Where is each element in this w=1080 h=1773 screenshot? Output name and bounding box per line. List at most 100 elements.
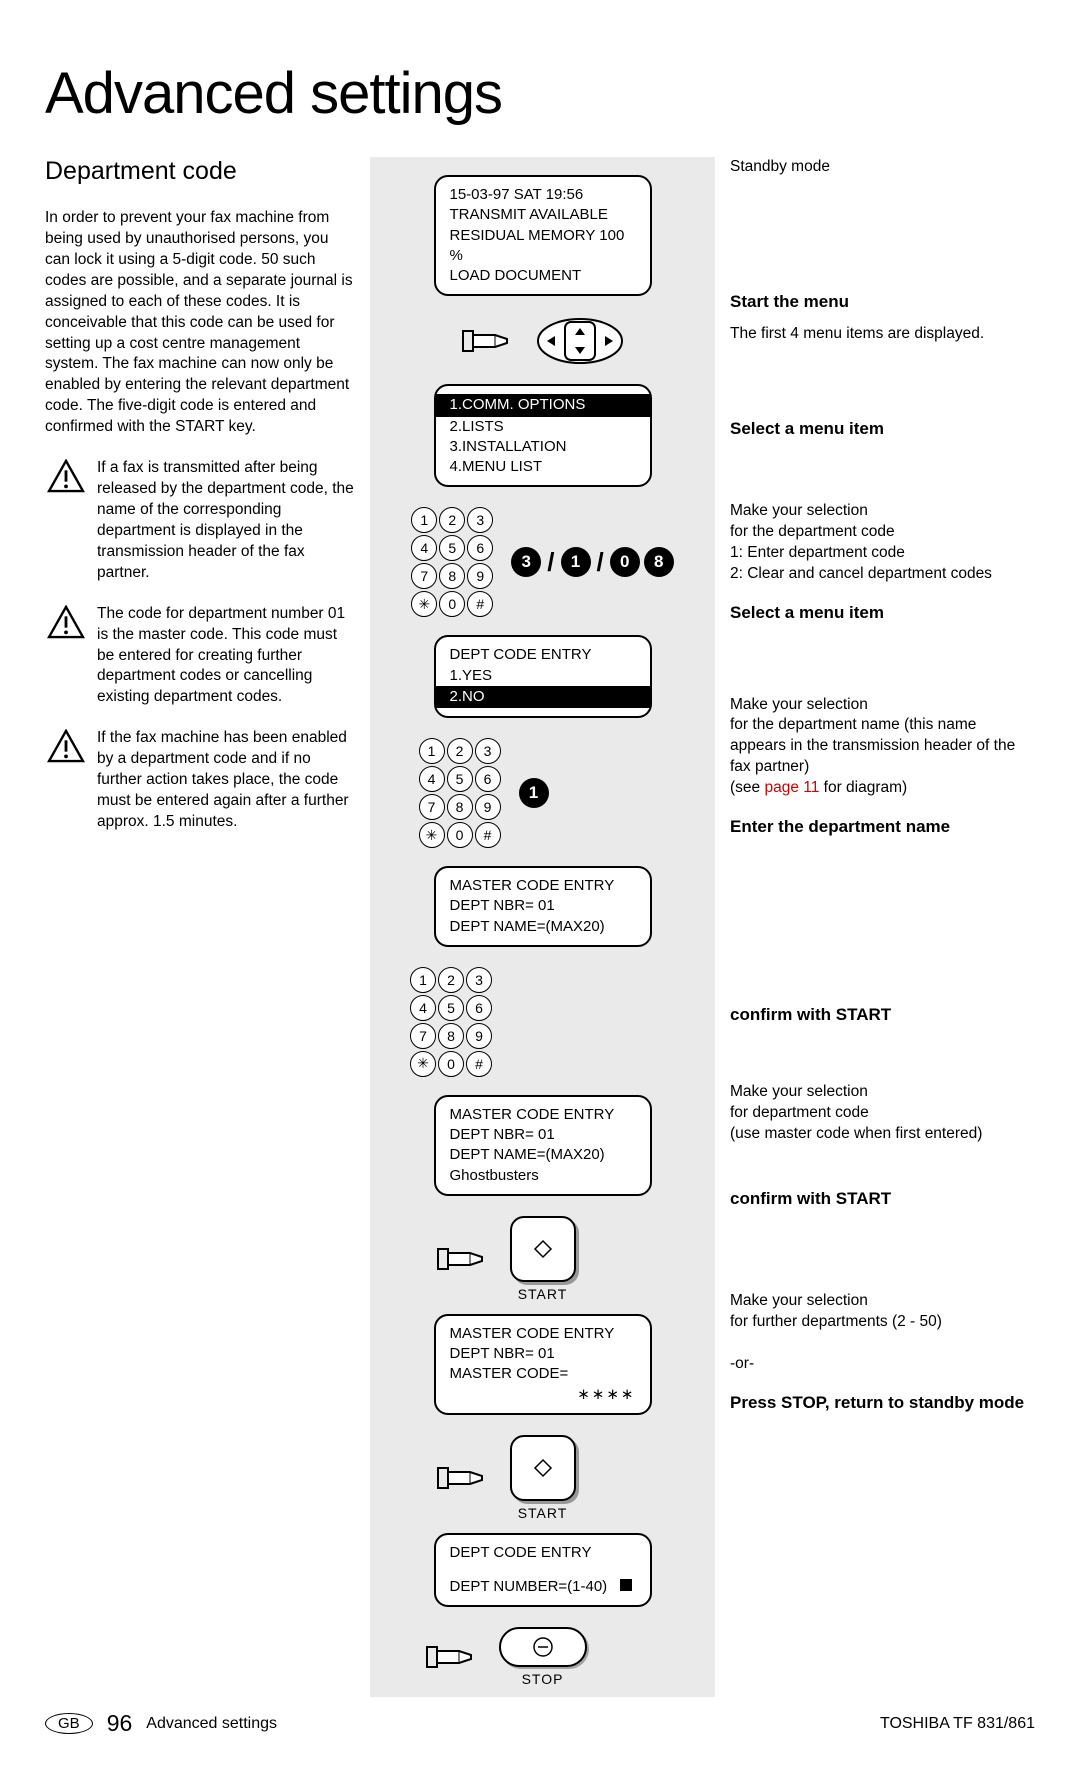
lcd-line: RESIDUAL MEMORY 100 % — [450, 226, 636, 267]
lcd-line-selected: 2.NO — [436, 686, 650, 708]
lcd-line: DEPT NAME=(MAX20) — [450, 917, 636, 937]
lcd-display-2: 1.COMM. OPTIONS 2.LISTS 3.INSTALLATION 4… — [434, 384, 652, 487]
lcd-line: MASTER CODE= — [450, 1364, 636, 1384]
pointing-hand-icon — [436, 1458, 492, 1498]
country-badge: GB — [45, 1713, 93, 1734]
key-9: 9 — [466, 1023, 492, 1049]
lcd-line: 1.YES — [450, 666, 636, 686]
lcd-line-selected: 1.COMM. OPTIONS — [436, 394, 650, 416]
key-hash: # — [475, 822, 501, 848]
numeric-keypad: 123 456 789 ✳0# — [411, 507, 493, 617]
lcd-line: MASTER CODE ENTRY — [450, 876, 636, 896]
key-9: 9 — [475, 794, 501, 820]
lcd-line: LOAD DOCUMENT — [450, 266, 636, 286]
key-hash: # — [466, 1051, 492, 1077]
key-7: 7 — [410, 1023, 436, 1049]
start-button — [510, 1435, 576, 1501]
page-footer: GB 96 Advanced settings TOSHIBA TF 831/8… — [0, 1710, 1080, 1737]
key-6: 6 — [466, 995, 492, 1021]
key-7: 7 — [411, 563, 437, 589]
lcd-line: MASTER CODE ENTRY — [450, 1105, 636, 1125]
start-icon — [533, 1239, 553, 1259]
key-star: ✳ — [410, 1051, 436, 1077]
warning-2-text: The code for department number 01 is the… — [97, 604, 355, 709]
lcd-display-7: DEPT CODE ENTRY DEPT NUMBER=(1-40) — [434, 1533, 652, 1608]
start-icon — [533, 1458, 553, 1478]
step-body: Make your selection for further departme… — [730, 1291, 1035, 1375]
key-8: 8 — [447, 794, 473, 820]
warning-3-text: If the fax machine has been enabled by a… — [97, 728, 355, 833]
key-7: 7 — [419, 794, 445, 820]
lcd-line: DEPT NBR= 01 — [450, 1344, 636, 1364]
seq-key: 3 — [511, 547, 541, 577]
stop-button — [499, 1627, 587, 1667]
left-column: Department code In order to prevent your… — [45, 157, 370, 1697]
nav-pad-icon — [535, 316, 625, 366]
start-button — [510, 1216, 576, 1282]
step-heading: Select a menu item — [730, 419, 1035, 439]
key-1: 1 — [411, 507, 437, 533]
key-sequence: 3 / 1 / 0 8 — [511, 547, 673, 578]
slash-icon: / — [545, 547, 556, 578]
key-6: 6 — [475, 766, 501, 792]
key-9: 9 — [467, 563, 493, 589]
step-body: The first 4 menu items are displayed. — [730, 324, 1035, 345]
step-heading: confirm with START — [730, 1005, 1035, 1025]
pointing-hand-icon — [461, 321, 517, 361]
key-sequence-single: 1 — [519, 778, 549, 808]
start-label: START — [518, 1505, 568, 1521]
warning-2: The code for department number 01 is the… — [45, 604, 355, 709]
key-0: 0 — [447, 822, 473, 848]
middle-column: 15-03-97 SAT 19:56 TRANSMIT AVAILABLE RE… — [370, 157, 715, 1697]
lcd-line: Ghostbusters — [450, 1166, 636, 1186]
standby-label: Standby mode — [730, 157, 1035, 178]
key-2: 2 — [447, 738, 473, 764]
stop-icon — [532, 1636, 554, 1658]
warning-icon — [45, 728, 87, 764]
footer-model: TOSHIBA TF 831/861 — [880, 1715, 1035, 1733]
key-star: ✳ — [411, 591, 437, 617]
section-subtitle: Department code — [45, 157, 355, 186]
key-3: 3 — [475, 738, 501, 764]
lcd-line: DEPT CODE ENTRY — [450, 645, 636, 665]
slash-icon: / — [595, 547, 606, 578]
lcd-display-3: DEPT CODE ENTRY 1.YES 2.NO — [434, 635, 652, 718]
key-4: 4 — [411, 535, 437, 561]
warning-1-text: If a fax is transmitted after being rele… — [97, 458, 355, 584]
page-title: Advanced settings — [45, 60, 1035, 127]
key-4: 4 — [419, 766, 445, 792]
key-hash: # — [467, 591, 493, 617]
lcd-display-1: 15-03-97 SAT 19:56 TRANSMIT AVAILABLE RE… — [434, 175, 652, 296]
pointing-hand-icon — [425, 1637, 481, 1677]
key-6: 6 — [467, 535, 493, 561]
key-3: 3 — [466, 967, 492, 993]
key-8: 8 — [438, 1023, 464, 1049]
lcd-line: 3.INSTALLATION — [450, 437, 636, 457]
intro-paragraph: In order to prevent your fax machine fro… — [45, 208, 355, 438]
key-3: 3 — [467, 507, 493, 533]
step-heading: Press STOP, return to standby mode — [730, 1393, 1035, 1413]
step-heading: Enter the department name — [730, 817, 1035, 837]
lcd-line: DEPT NBR= 01 — [450, 896, 636, 916]
step-body: Make your selection for the department n… — [730, 695, 1035, 800]
step-body: Make your selection for the department c… — [730, 501, 1035, 585]
stop-label: STOP — [522, 1671, 564, 1687]
step-heading: Start the menu — [730, 292, 1035, 312]
cursor-icon — [620, 1579, 632, 1591]
key-5: 5 — [438, 995, 464, 1021]
step-heading: confirm with START — [730, 1189, 1035, 1209]
step-heading: Select a menu item — [730, 603, 1035, 623]
footer-section: Advanced settings — [146, 1715, 277, 1733]
warning-icon — [45, 604, 87, 640]
seq-key: 0 — [610, 547, 640, 577]
key-2: 2 — [438, 967, 464, 993]
lcd-line: MASTER CODE ENTRY — [450, 1324, 636, 1344]
lcd-line: DEPT CODE ENTRY — [450, 1543, 636, 1563]
lcd-line: ∗∗∗∗ — [450, 1385, 636, 1405]
numeric-keypad: 123 456 789 ✳0# — [410, 967, 492, 1077]
key-0: 0 — [439, 591, 465, 617]
pointing-hand-icon — [436, 1239, 492, 1279]
key-star: ✳ — [419, 822, 445, 848]
step-body: Make your selection for department code … — [730, 1082, 1035, 1145]
key-5: 5 — [439, 535, 465, 561]
